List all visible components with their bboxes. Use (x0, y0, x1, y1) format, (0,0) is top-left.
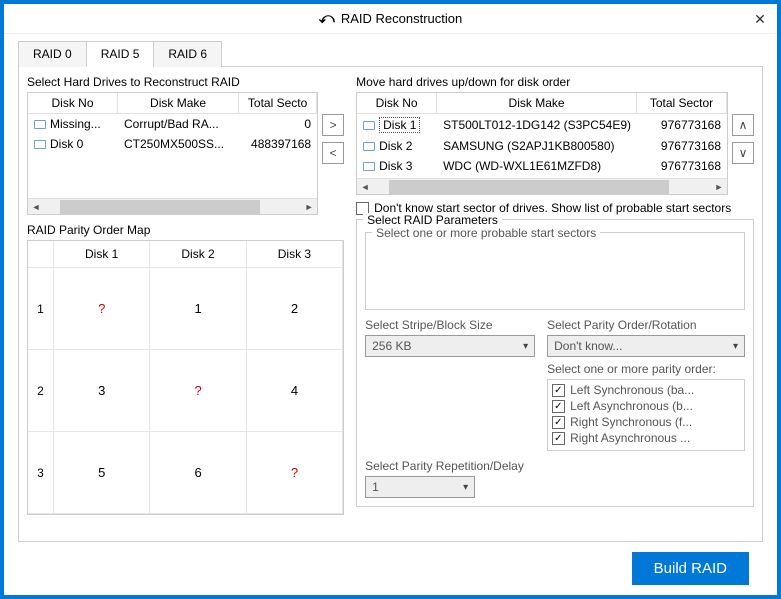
parity-col: Disk 1 (54, 241, 150, 268)
move-down-button[interactable]: ∨ (732, 142, 754, 164)
raid-params-label: Select RAID Parameters (363, 213, 502, 227)
table-row[interactable]: Missing... Corrupt/Bad RA... 0 (28, 114, 317, 134)
disk-icon (363, 142, 375, 151)
parity-list-item[interactable]: Right Asynchronous ... (550, 430, 742, 446)
h-scrollbar[interactable]: ◄ ► (28, 198, 317, 214)
parity-order-select[interactable]: Don't know... ▾ (547, 335, 745, 357)
titlebar: ⤺ RAID Reconstruction ✕ (4, 4, 777, 34)
move-up-button[interactable]: ∧ (732, 114, 754, 136)
left-label: Select Hard Drives to Reconstruct RAID (27, 75, 344, 89)
disk-icon (363, 121, 375, 130)
checkbox[interactable] (552, 416, 565, 429)
tab-raid5[interactable]: RAID 5 (86, 41, 155, 67)
chevron-down-icon: ▾ (523, 341, 528, 352)
stripe-label: Select Stripe/Block Size (365, 318, 535, 332)
parity-order-label: Select Parity Order/Rotation (547, 318, 745, 332)
checkbox[interactable] (552, 432, 565, 445)
table-row[interactable]: Disk 2 SAMSUNG (S2APJ1KB800580) 97677316… (357, 136, 727, 156)
checkbox[interactable] (552, 400, 565, 413)
close-button[interactable]: ✕ (751, 10, 769, 28)
tab-raid6[interactable]: RAID 6 (153, 41, 222, 67)
col-disk-no[interactable]: Disk No (28, 93, 118, 114)
parity-map-label: RAID Parity Order Map (27, 223, 344, 237)
chevron-down-icon: ▾ (463, 482, 468, 493)
col-total-sector[interactable]: Total Secto (239, 93, 317, 114)
checkbox[interactable] (552, 384, 565, 397)
disk-icon (363, 162, 375, 171)
parity-list[interactable]: Left Synchronous (ba... Left Asynchronou… (547, 379, 745, 451)
disk-icon (34, 140, 46, 149)
table-row[interactable]: Disk 0 CT250MX500SS... 488397168 (28, 134, 317, 154)
parity-list-item[interactable]: Left Synchronous (ba... (550, 382, 742, 398)
col-disk-make[interactable]: Disk Make (118, 93, 239, 114)
table-row[interactable]: Disk 1 ST500LT012-1DG142 (S3PC54E9) 9767… (357, 114, 727, 136)
window-title: RAID Reconstruction (341, 11, 462, 26)
stripe-select[interactable]: 256 KB ▾ (365, 335, 535, 357)
build-raid-button[interactable]: Build RAID (632, 552, 749, 585)
parity-list-item[interactable]: Right Synchronous (f... (550, 414, 742, 430)
disk-icon (34, 120, 46, 129)
col-disk-no[interactable]: Disk No (357, 93, 437, 114)
start-sectors-label: Select one or more probable start sector… (372, 226, 600, 240)
source-disk-table[interactable]: Disk No Disk Make Total Secto Missing...… (27, 92, 318, 215)
right-label: Move hard drives up/down for disk order (356, 75, 754, 89)
parity-list-item[interactable]: Left Asynchronous (b... (550, 398, 742, 414)
repetition-select[interactable]: 1 ▾ (365, 476, 475, 498)
move-right-button[interactable]: > (322, 114, 344, 136)
order-disk-table[interactable]: Disk No Disk Make Total Sector Disk 1 ST… (356, 92, 728, 195)
parity-map-grid: Disk 1 Disk 2 Disk 3 1 ? 1 2 (27, 240, 344, 515)
chevron-down-icon: ▾ (733, 341, 738, 352)
h-scrollbar[interactable]: ◄ ► (357, 178, 727, 194)
table-row[interactable]: Disk 3 WDC (WD-WXL1E61MZFD8) 976773168 (357, 156, 727, 176)
col-total-sector[interactable]: Total Sector (637, 93, 727, 114)
start-sectors-list[interactable] (374, 245, 736, 295)
parity-col: Disk 2 (150, 241, 246, 268)
tabs: RAID 0 RAID 5 RAID 6 (18, 40, 763, 67)
parity-col: Disk 3 (247, 241, 343, 268)
parity-list-label: Select one or more parity order: (547, 362, 745, 376)
back-icon: ⤺ (319, 10, 335, 27)
repetition-label: Select Parity Repetition/Delay (365, 459, 745, 473)
col-disk-make[interactable]: Disk Make (437, 93, 637, 114)
move-left-button[interactable]: < (322, 142, 344, 164)
tab-raid0[interactable]: RAID 0 (18, 41, 87, 67)
